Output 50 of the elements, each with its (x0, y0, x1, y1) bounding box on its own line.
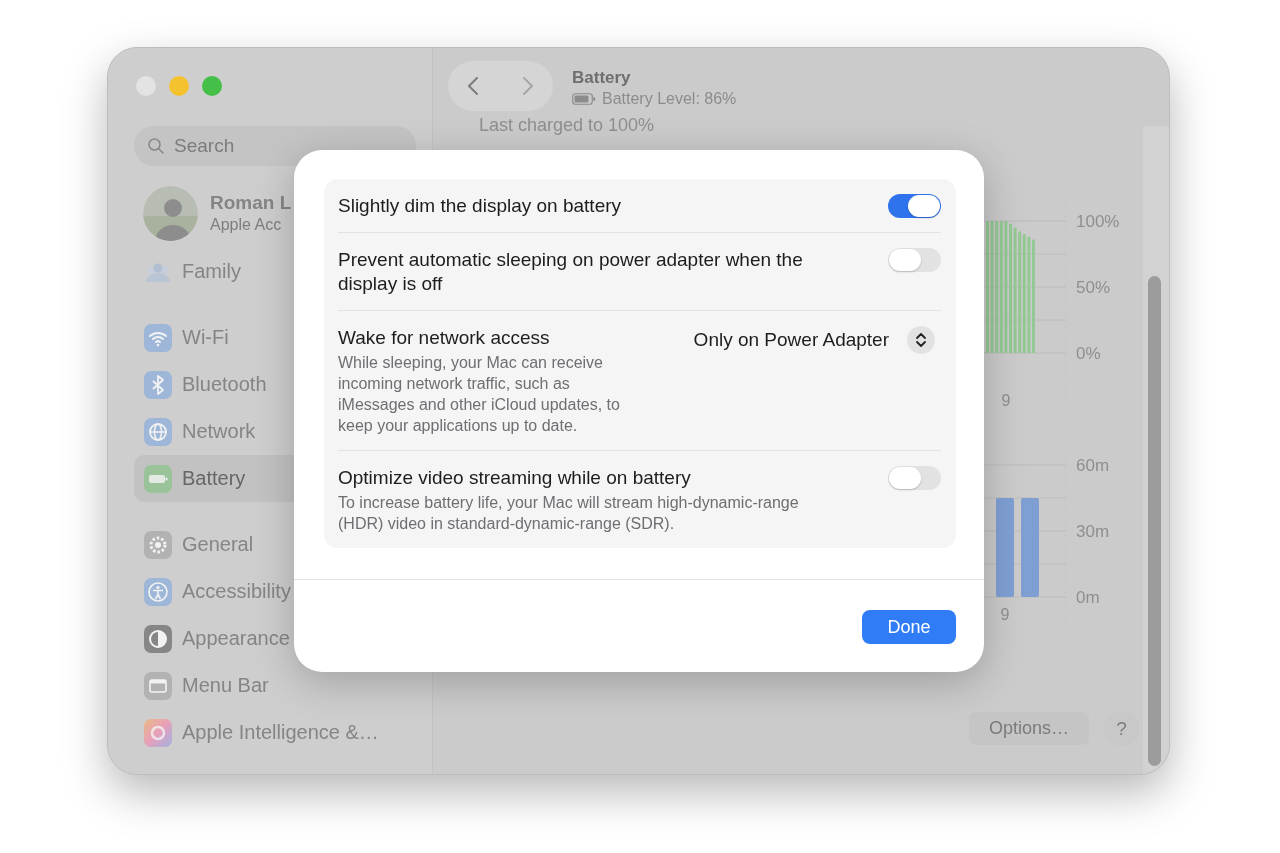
pane-title: Battery (572, 67, 632, 89)
zoom-button[interactable] (202, 76, 222, 96)
sidebar-item[interactable]: Menu Bar (134, 662, 294, 709)
battery-icon (144, 464, 172, 493)
sidebar-item[interactable]: Family (134, 248, 294, 295)
sidebar-item[interactable]: Appearance (134, 615, 294, 662)
colorful-ring-icon (144, 718, 172, 747)
axis-label: 0% (1076, 344, 1101, 363)
sidebar-item[interactable]: Bluetooth (134, 361, 294, 408)
scrollbar[interactable] (1148, 276, 1161, 766)
done-button[interactable]: Done (862, 610, 956, 644)
axis-label: 60m (1076, 456, 1110, 475)
axis-label: 9 (1001, 392, 1011, 409)
axis-label: 100% (1076, 212, 1120, 231)
appearance-icon (144, 624, 172, 653)
gear-icon (144, 530, 172, 559)
toggle-switch[interactable] (888, 466, 941, 490)
setting-title: Slightly dim the display on battery (338, 194, 622, 218)
toggle-switch[interactable] (888, 194, 941, 218)
setting-title: Wake for network access (338, 326, 551, 350)
search-icon (147, 137, 165, 155)
popup-menu[interactable]: Only on Power Adapter (693, 326, 935, 354)
sidebar-item[interactable]: General (134, 521, 294, 568)
wifi-icon (144, 323, 172, 352)
axis-label: 9 (1000, 606, 1010, 623)
options-button[interactable]: Options… (969, 712, 1089, 745)
setting-title: Prevent automatic sleeping on power adapter when the display is off (338, 248, 804, 296)
account-name: Roman L (210, 191, 292, 215)
sidebar-item[interactable]: Accessibility (134, 568, 294, 615)
setting-description: To increase battery life, your Mac will stream high-dynamic-range (HDR) video in standard-dynamic-range (SDR). (338, 493, 800, 534)
globe-icon (144, 417, 172, 446)
sidebar-item[interactable]: Apple Intelligence &… (134, 709, 381, 756)
stepper-icon (907, 326, 935, 354)
bluetooth-icon (144, 370, 172, 399)
account-subtitle: Apple Acc (210, 215, 283, 235)
menu-bar-icon (144, 671, 172, 700)
last-charged: Last charged to 100% (479, 114, 655, 137)
minimize-button[interactable] (169, 76, 189, 96)
sidebar-item[interactable]: Network (134, 408, 294, 455)
setting-title: Optimize video streaming while on battery (338, 466, 692, 490)
battery-level: Battery Level: 86% (602, 89, 737, 109)
sidebar-item[interactable]: Battery (134, 455, 294, 502)
axis-label: 30m (1076, 522, 1110, 541)
toggle-switch[interactable] (888, 248, 941, 272)
sidebar-item[interactable]: Wi-Fi (134, 314, 294, 361)
axis-label: 50% (1076, 278, 1111, 297)
setting-description: While sleeping, your Mac can receive incoming network traffic, such as iMessages and other iCloud updates, to keep your applications up to date. (338, 353, 621, 436)
battery-icon (572, 93, 596, 105)
axis-label: 0m (1076, 588, 1100, 607)
accessibility-icon (144, 577, 172, 606)
